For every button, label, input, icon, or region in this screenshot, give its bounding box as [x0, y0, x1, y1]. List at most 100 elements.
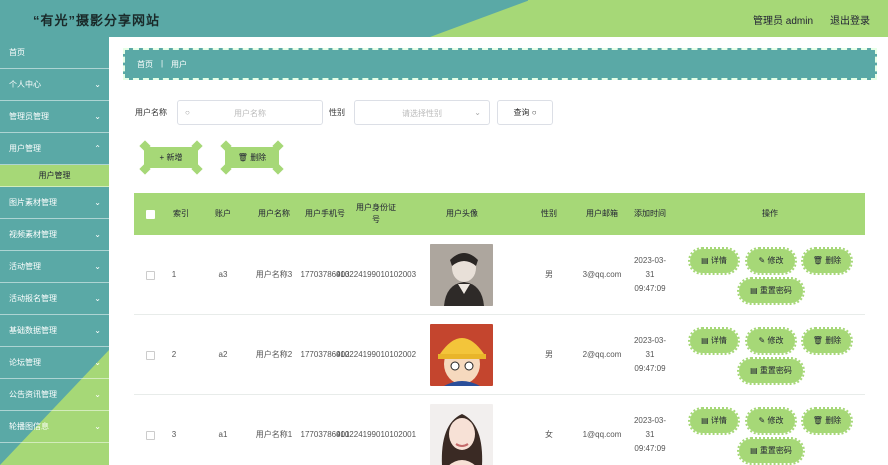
sidebar-subitem-users[interactable]: 用户管理	[0, 165, 109, 187]
sidebar-item-users[interactable]: 用户管理 ⌃	[0, 133, 109, 165]
sidebar-item-label: 用户管理	[9, 144, 41, 153]
logout-link[interactable]: 退出登录	[830, 12, 870, 27]
trash-icon: 🗑	[812, 416, 826, 425]
cell-index: 2	[171, 350, 177, 359]
sidebar-item-label: 图片素材管理	[9, 198, 57, 207]
cell-avatar	[430, 315, 493, 395]
document-icon: ▤	[701, 256, 711, 265]
sidebar-item-images[interactable]: 图片素材管理 ⌄	[0, 187, 109, 219]
reset-password-button[interactable]: ▤ 重置密码	[737, 277, 805, 305]
edit-label: 修改	[767, 336, 784, 345]
document-icon: ▤	[750, 286, 760, 295]
gender-select[interactable]: 请选择性别 ⌄	[354, 100, 490, 125]
pencil-icon: ✎	[758, 256, 768, 265]
detail-button[interactable]: ▤ 详情	[688, 247, 740, 275]
sidebar-item-videos[interactable]: 视频素材管理 ⌄	[0, 219, 109, 251]
delete-label: 删除	[825, 336, 842, 345]
sidebar-item-admins[interactable]: 管理员管理 ⌄	[0, 101, 109, 133]
col-avatar: 用户头像	[446, 209, 478, 218]
header-accent-slope	[430, 0, 530, 37]
query-button[interactable]: 查询 ○	[497, 100, 553, 125]
col-email: 用户邮箱	[586, 209, 618, 218]
delete-label: 删除	[825, 416, 842, 425]
chevron-down-icon: ⌄	[94, 198, 101, 207]
chevron-down-icon: ⌄	[94, 422, 101, 431]
edit-button[interactable]: ✎ 修改	[745, 407, 797, 435]
cell-idcard: 410224199010102002	[335, 350, 417, 359]
cell-idcard: 410224199010102001	[335, 430, 417, 439]
sidebar-item-signups[interactable]: 活动报名管理 ⌄	[0, 283, 109, 315]
edit-label: 修改	[767, 256, 784, 265]
cell-account: a3	[218, 270, 228, 279]
detail-button[interactable]: ▤ 详情	[688, 327, 740, 355]
query-button-label: 查询	[513, 108, 530, 117]
cell-created: 2023-03-31 09:47:09	[633, 416, 667, 453]
row-checkbox[interactable]	[145, 430, 155, 440]
chevron-up-icon: ⌃	[94, 144, 101, 153]
sidebar-item-activities[interactable]: 活动管理 ⌄	[0, 251, 109, 283]
row-select-cell	[142, 395, 158, 465]
sidebar-item-forum[interactable]: 论坛管理 ⌄	[0, 347, 109, 379]
batch-delete-label: 删除	[250, 153, 267, 162]
sidebar-item-basedata[interactable]: 基础数据管理 ⌄	[0, 315, 109, 347]
batch-delete-button[interactable]: 🗑 删除	[220, 147, 284, 175]
col-created: 添加时间	[634, 209, 666, 218]
username-input[interactable]: ○ 用户名称	[177, 100, 323, 125]
main-content: 首页 | 用户 用户名称 ○ 用户名称 性别 请选择性别 ⌄ 查询 ○ + 新增…	[109, 37, 888, 465]
document-icon: ▤	[750, 366, 760, 375]
add-button[interactable]: + 新增	[139, 147, 203, 175]
admin-label: 管理员 admin	[753, 16, 814, 27]
reset-password-button[interactable]: ▤ 重置密码	[737, 437, 805, 465]
cell-idcard: 410224199010102003	[335, 270, 417, 279]
reset-password-label: 重置密码	[759, 286, 792, 295]
select-all-checkbox[interactable]	[145, 209, 155, 219]
chevron-down-icon: ⌄	[94, 358, 101, 367]
table-header: 索引 账户 用户名称 用户手机号 用户身份证号 用户头像 性别 用户邮箱 添加时…	[134, 193, 865, 235]
col-idcard: 用户身份证号	[356, 203, 396, 224]
chevron-down-icon: ⌄	[94, 262, 101, 271]
sidebar-item-label: 公告资讯管理	[9, 390, 57, 399]
reset-password-button[interactable]: ▤ 重置密码	[737, 357, 805, 385]
col-phone: 用户手机号	[305, 209, 345, 218]
sidebar-item-label: 基础数据管理	[9, 326, 57, 335]
cell-gender: 男	[545, 270, 553, 279]
chevron-down-icon: ⌄	[94, 80, 101, 89]
cell-email: 3@qq.com	[582, 270, 622, 279]
cell-name: 用户名称1	[255, 430, 293, 439]
trash-icon: 🗑	[237, 153, 251, 162]
cell-email: 1@qq.com	[582, 430, 622, 439]
sidebar-item-home[interactable]: 首页	[0, 37, 109, 69]
users-table: 索引 账户 用户名称 用户手机号 用户身份证号 用户头像 性别 用户邮箱 添加时…	[134, 193, 865, 465]
app-title: “有光”摄影分享网站	[33, 13, 161, 28]
trash-icon: 🗑	[812, 256, 826, 265]
detail-label: 详情	[710, 256, 727, 265]
col-account: 账户	[215, 209, 231, 218]
cell-name: 用户名称3	[255, 270, 293, 279]
search-bar: 用户名称 ○ 用户名称 性别 请选择性别 ⌄ 查询 ○	[135, 100, 635, 125]
edit-button[interactable]: ✎ 修改	[745, 327, 797, 355]
edit-button[interactable]: ✎ 修改	[745, 247, 797, 275]
row-select-cell	[142, 235, 158, 315]
cell-name: 用户名称2	[255, 350, 293, 359]
sidebar-item-label: 个人中心	[9, 80, 41, 89]
detail-button[interactable]: ▤ 详情	[688, 407, 740, 435]
delete-button[interactable]: 🗑 删除	[801, 247, 853, 275]
delete-button[interactable]: 🗑 删除	[801, 327, 853, 355]
breadcrumb-home[interactable]: 首页	[137, 59, 153, 70]
cell-gender: 女	[545, 430, 553, 439]
row-checkbox[interactable]	[145, 270, 155, 280]
sidebar-item-carousel[interactable]: 轮播图信息 ⌄	[0, 411, 109, 443]
username-label: 用户名称	[135, 108, 167, 117]
pencil-icon: ✎	[758, 336, 768, 345]
cell-gender: 男	[545, 350, 553, 359]
table-row: 2 a2 用户名称2 17703786902 41022419901010200…	[134, 315, 865, 395]
sidebar-item-label: 论坛管理	[9, 358, 41, 367]
sidebar-item-news[interactable]: 公告资讯管理 ⌄	[0, 379, 109, 411]
sidebar-item-label: 首页	[9, 48, 25, 57]
cell-created: 2023-03-31 09:47:09	[633, 256, 667, 293]
sidebar-item-personal[interactable]: 个人中心 ⌄	[0, 69, 109, 101]
delete-button[interactable]: 🗑 删除	[801, 407, 853, 435]
row-checkbox[interactable]	[145, 350, 155, 360]
row-select-cell	[142, 315, 158, 395]
gender-label: 性别	[329, 108, 345, 117]
